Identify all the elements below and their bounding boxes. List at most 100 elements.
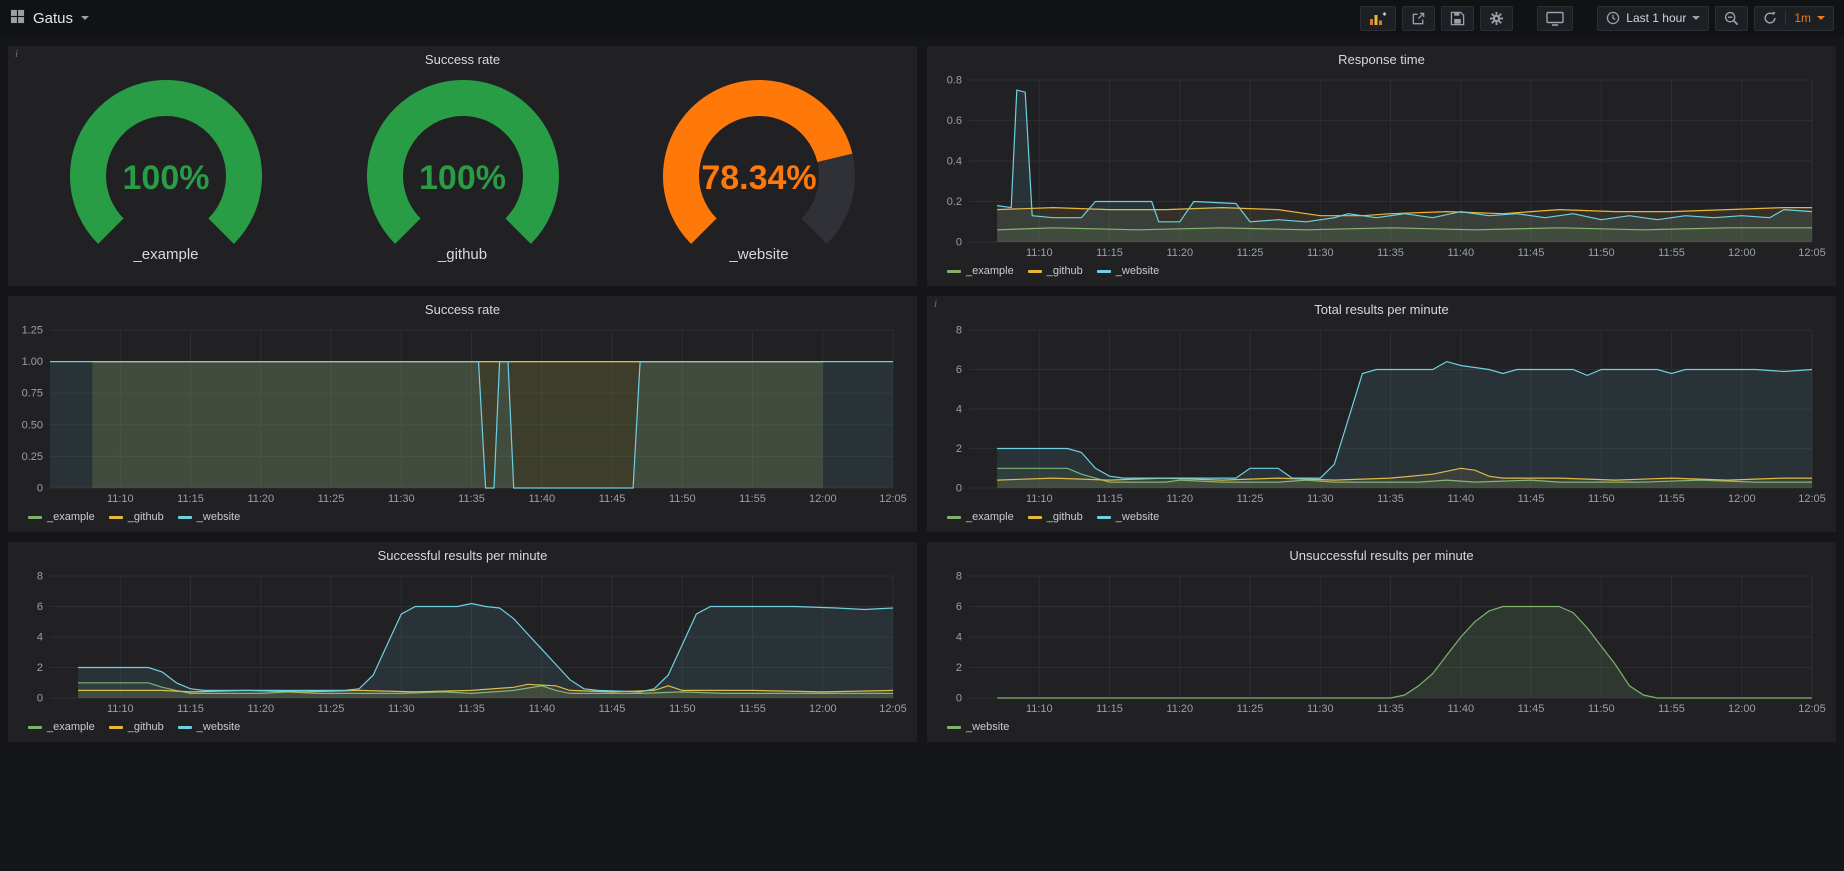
svg-text:0: 0: [956, 237, 962, 249]
svg-text:11:30: 11:30: [1307, 703, 1334, 715]
svg-text:11:45: 11:45: [1518, 703, 1545, 715]
svg-text:11:35: 11:35: [1377, 703, 1404, 715]
svg-text:11:30: 11:30: [388, 493, 415, 505]
legend-item-_github[interactable]: _github: [1028, 265, 1083, 277]
panel-info-icon[interactable]: i: [934, 298, 937, 310]
svg-text:12:00: 12:00: [809, 493, 837, 505]
legend-marker-icon: [947, 726, 961, 729]
panel-header[interactable]: Unsuccessful results per minute: [935, 542, 1828, 568]
svg-text:11:20: 11:20: [1166, 493, 1193, 505]
legend-label: _website: [1116, 265, 1159, 277]
response-time-chart[interactable]: 00.20.40.60.811:1011:1511:2011:2511:3011…: [935, 72, 1828, 262]
total-results-chart[interactable]: 0246811:1011:1511:2011:2511:3011:3511:40…: [935, 322, 1828, 508]
svg-text:11:15: 11:15: [177, 493, 204, 505]
legend-marker-icon: [28, 726, 42, 729]
panel-success-rate-gauges: i Success rate 100% _example 100% _githu…: [8, 46, 917, 286]
svg-text:6: 6: [956, 601, 962, 613]
time-range-button[interactable]: Last 1 hour: [1597, 6, 1709, 31]
dashboard-grid: i Success rate 100% _example 100% _githu…: [0, 36, 1844, 752]
svg-text:11:40: 11:40: [1447, 493, 1474, 505]
legend-label: _website: [197, 721, 240, 733]
svg-text:6: 6: [37, 601, 43, 613]
chart-canvas[interactable]: 00.20.40.60.811:1011:1511:2011:2511:3011…: [935, 72, 1828, 262]
panel-header[interactable]: Total results per minute: [935, 296, 1828, 322]
legend-item-_website[interactable]: _website: [947, 721, 1009, 733]
legend-item-_website[interactable]: _website: [1097, 511, 1159, 523]
legend-item-_website[interactable]: _website: [178, 511, 240, 523]
svg-text:11:10: 11:10: [1026, 247, 1053, 259]
svg-text:11:40: 11:40: [1447, 247, 1474, 259]
legend-label: _github: [1047, 511, 1083, 523]
svg-text:12:05: 12:05: [879, 493, 907, 505]
legend-label: _website: [1116, 511, 1159, 523]
panel-header[interactable]: Successful results per minute: [16, 542, 909, 568]
save-button[interactable]: [1441, 6, 1474, 31]
svg-text:11:30: 11:30: [388, 703, 415, 715]
legend-item-_github[interactable]: _github: [109, 721, 164, 733]
success-rate-chart[interactable]: 00.250.500.751.001.2511:1011:1511:2011:2…: [16, 322, 909, 508]
dashboard-grid-icon: [10, 9, 25, 27]
svg-text:0.6: 0.6: [947, 115, 962, 127]
panel-title: Response time: [1338, 52, 1425, 67]
panel-title: Success rate: [425, 302, 500, 317]
svg-text:11:20: 11:20: [247, 493, 274, 505]
caret-down-icon: [1692, 16, 1700, 20]
panel-success-rate-graph: Success rate 00.250.500.751.001.2511:101…: [8, 296, 917, 532]
refresh-icon: [1763, 11, 1777, 25]
svg-text:11:15: 11:15: [1096, 247, 1123, 259]
svg-text:11:35: 11:35: [1377, 247, 1404, 259]
legend-label: _github: [128, 721, 164, 733]
chart-canvas[interactable]: 0246811:1011:1511:2011:2511:3011:3511:40…: [935, 568, 1828, 718]
successful-results-chart[interactable]: 0246811:1011:1511:2011:2511:3011:3511:40…: [16, 568, 909, 718]
panel-info-icon[interactable]: i: [15, 48, 18, 60]
chart-canvas[interactable]: 0246811:1011:1511:2011:2511:3011:3511:40…: [16, 568, 909, 718]
legend-item-_example[interactable]: _example: [28, 511, 95, 523]
legend-label: _website: [197, 511, 240, 523]
time-range-label: Last 1 hour: [1626, 11, 1686, 25]
legend-item-_github[interactable]: _github: [109, 511, 164, 523]
legend-marker-icon: [109, 726, 123, 729]
chart-legend: _example _github _website: [16, 508, 909, 526]
cycle-view-button[interactable]: [1537, 6, 1573, 31]
zoom-out-button[interactable]: [1715, 6, 1748, 31]
gauge-website: 78.34% _website: [619, 76, 899, 263]
svg-text:12:00: 12:00: [1728, 493, 1756, 505]
svg-text:11:50: 11:50: [1588, 703, 1615, 715]
svg-text:11:25: 11:25: [318, 493, 345, 505]
panel-header[interactable]: Success rate: [16, 46, 909, 72]
gauge-value: 100%: [323, 159, 603, 198]
legend-marker-icon: [178, 516, 192, 519]
panel-successful-results: Successful results per minute 0246811:10…: [8, 542, 917, 742]
svg-text:0: 0: [37, 483, 43, 495]
svg-text:11:55: 11:55: [739, 493, 766, 505]
refresh-button[interactable]: 1m: [1754, 6, 1834, 31]
legend-item-_website[interactable]: _website: [1097, 265, 1159, 277]
svg-text:11:45: 11:45: [1518, 493, 1545, 505]
legend-label: _github: [128, 511, 164, 523]
panel-header[interactable]: Success rate: [16, 296, 909, 322]
monitor-icon: [1546, 11, 1564, 26]
legend-item-_github[interactable]: _github: [1028, 511, 1083, 523]
dashboard-picker-button[interactable]: Gatus: [10, 9, 89, 27]
add-panel-button[interactable]: [1360, 6, 1396, 31]
svg-text:11:20: 11:20: [247, 703, 274, 715]
unsuccessful-results-chart[interactable]: 0246811:1011:1511:2011:2511:3011:3511:40…: [935, 568, 1828, 718]
share-button[interactable]: [1402, 6, 1435, 31]
gear-icon: [1489, 11, 1504, 26]
svg-text:6: 6: [956, 364, 962, 376]
legend-item-_website[interactable]: _website: [178, 721, 240, 733]
legend-item-_example[interactable]: _example: [947, 511, 1014, 523]
panel-title: Total results per minute: [1314, 302, 1448, 317]
legend-label: _example: [966, 511, 1014, 523]
settings-button[interactable]: [1480, 6, 1513, 31]
svg-text:12:05: 12:05: [879, 703, 907, 715]
panel-header[interactable]: Response time: [935, 46, 1828, 72]
legend-item-_example[interactable]: _example: [947, 265, 1014, 277]
svg-text:11:25: 11:25: [1237, 247, 1264, 259]
legend-item-_example[interactable]: _example: [28, 721, 95, 733]
chart-canvas[interactable]: 0246811:1011:1511:2011:2511:3011:3511:40…: [935, 322, 1828, 508]
svg-text:11:15: 11:15: [1096, 493, 1123, 505]
svg-text:0: 0: [37, 693, 43, 705]
legend-label: _github: [1047, 265, 1083, 277]
chart-canvas[interactable]: 00.250.500.751.001.2511:1011:1511:2011:2…: [16, 322, 909, 508]
